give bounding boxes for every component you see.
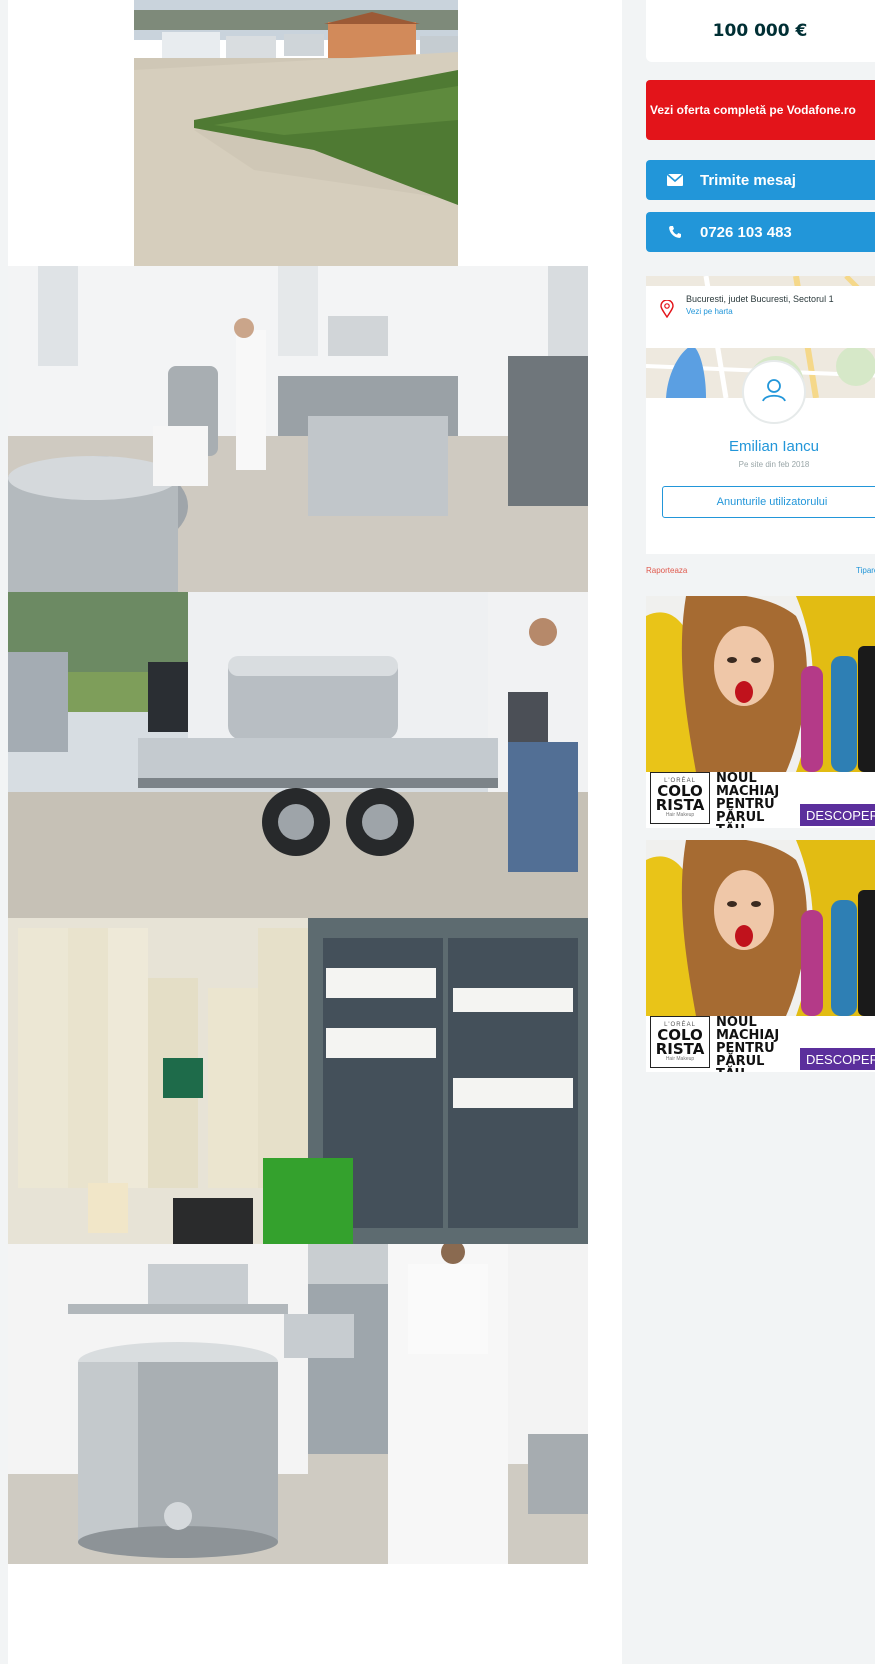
ad-cta-button-1[interactable]: DESCOPERĂ xyxy=(800,804,875,826)
ad-image-2 xyxy=(646,840,875,1016)
ad-cta-button-2[interactable]: DESCOPERĂ xyxy=(800,1048,875,1070)
listing-price: 100 000 € xyxy=(712,21,808,41)
phone-icon xyxy=(662,222,688,242)
listing-footer-links: Raporteaza Tipareste xyxy=(646,566,875,580)
listing-photo-1[interactable] xyxy=(134,0,458,266)
envelope-icon xyxy=(662,170,688,190)
seller-name[interactable]: Emilian Iancu xyxy=(646,438,875,455)
report-link[interactable]: Raporteaza xyxy=(646,566,687,575)
advertisement-banner-1[interactable]: L'ORÉAL COLO RISTA Hair Makeup NOUL MACH… xyxy=(646,596,875,828)
ad-image-1 xyxy=(646,596,875,772)
ad-brand-logo-2: L'ORÉAL COLO RISTA Hair Makeup xyxy=(650,1016,710,1068)
seller-card: Bucuresti, judet Bucuresti, Sectorul 1 V… xyxy=(646,276,875,554)
listing-photo-2[interactable] xyxy=(8,266,588,592)
seller-member-since: Pe site din feb 2018 xyxy=(738,460,810,469)
photo-gallery xyxy=(8,0,622,1664)
vodafone-offer-button[interactable]: Vezi oferta completă pe Vodafone.ro xyxy=(646,80,875,140)
listing-photo-3[interactable] xyxy=(8,592,588,918)
send-message-button[interactable]: Trimite mesaj xyxy=(646,160,875,200)
user-icon xyxy=(761,377,787,408)
vodafone-offer-label: Vezi oferta completă pe Vodafone.ro xyxy=(650,103,856,117)
send-message-label: Trimite mesaj xyxy=(700,171,796,189)
print-link[interactable]: Tipareste xyxy=(856,566,875,575)
listing-sidebar: 100 000 € Vezi oferta completă pe Vodafo… xyxy=(636,0,875,1664)
seller-avatar[interactable] xyxy=(742,360,806,424)
view-on-map-link[interactable]: Vezi pe harta xyxy=(686,307,870,316)
show-phone-button[interactable]: 0726 103 483 xyxy=(646,212,875,252)
phone-number: 0726 103 483 xyxy=(700,223,792,241)
ad-headline-2: NOUL MACHIAJ PENTRU PĂRUL TĂU xyxy=(716,1015,780,1072)
advertisement-banner-2[interactable]: L'ORÉAL COLO RISTA Hair Makeup NOUL MACH… xyxy=(646,840,875,1072)
location-address: Bucuresti, judet Bucuresti, Sectorul 1 xyxy=(686,294,834,304)
ad-brand-logo-1: L'ORÉAL COLO RISTA Hair Makeup xyxy=(650,772,710,824)
listing-photo-5[interactable] xyxy=(8,1244,588,1564)
map-pin-icon xyxy=(660,299,674,323)
user-ads-button[interactable]: Anunturile utilizatorului xyxy=(662,486,875,518)
price-box: 100 000 € xyxy=(646,0,875,62)
ad-headline-1: NOUL MACHIAJ PENTRU PĂRUL TĂU xyxy=(716,771,780,828)
listing-photo-4[interactable] xyxy=(8,918,588,1244)
location-box: Bucuresti, judet Bucuresti, Sectorul 1 V… xyxy=(646,286,875,348)
